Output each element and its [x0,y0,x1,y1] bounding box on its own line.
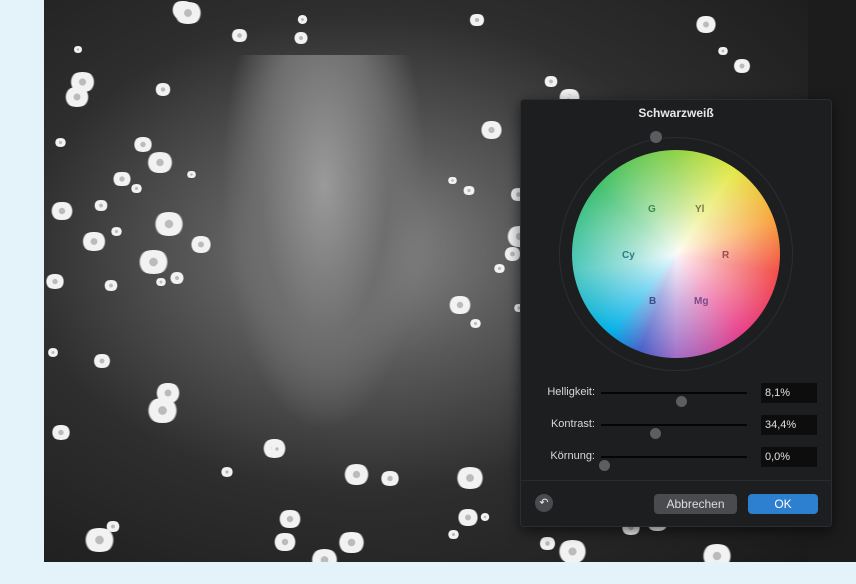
daisy-flower [292,31,310,44]
daisy-flower [152,212,187,237]
cancel-button[interactable]: Abbrechen [654,494,737,514]
daisy-flower [46,348,60,357]
daisy-flower [556,539,590,562]
daisy-flower [270,444,284,454]
divider [521,480,831,481]
daisy-flower [731,58,753,74]
daisy-flower [454,466,487,490]
daisy-flower [49,202,75,220]
daisy-flower [92,354,112,369]
slider-label: Kontrast: [550,418,595,430]
daisy-flower [168,272,186,284]
daisy-flower [68,71,98,92]
daisy-flower [188,235,213,253]
wheel-label-g: G [648,204,656,215]
daisy-flower [456,509,481,526]
child-figure [224,55,424,425]
daisy-flower [136,249,172,275]
kontrast-value-field[interactable]: 34,4% [761,415,817,435]
slider-thumb[interactable] [650,428,662,439]
slider-label: Helligkeit: [547,386,595,398]
daisy-flower [447,530,460,539]
daisy-flower [44,273,66,290]
wheel-label-r: R [722,250,730,261]
dialog-title: Schwarzweiß [638,106,714,120]
daisy-flower [130,184,143,194]
black-white-dialog: Schwarzweiß G Yl Cy R B Mg Helligkeit: 8… [520,99,832,527]
daisy-flower [54,137,68,148]
daisy-flower [272,533,298,552]
daisy-flower [379,471,401,487]
daisy-flower [104,520,122,532]
daisy-flower [467,13,487,27]
daisy-flower [155,277,167,286]
daisy-flower [479,513,491,521]
reset-icon[interactable]: ↶ [535,494,553,512]
daisy-flower [479,121,505,139]
daisy-flower [542,76,559,88]
daisy-flower [342,464,372,485]
daisy-flower [50,425,73,441]
koernung-value-field[interactable]: 0,0% [761,447,817,467]
daisy-flower [171,1,204,24]
daisy-flower [447,176,458,185]
slider-thumb[interactable] [676,396,688,407]
wheel-label-b: B [649,296,657,307]
daisy-flower [111,171,133,187]
slider-row-kontrast: Kontrast: 34,4% [521,415,831,439]
daisy-flower [308,549,341,562]
daisy-flower [153,383,182,403]
wheel-knob[interactable] [650,131,662,143]
daisy-flower [80,231,109,252]
ok-button[interactable]: OK [748,494,818,514]
wheel-label-yl: Yl [695,204,705,215]
daisy-flower [153,82,173,96]
slider-thumb[interactable] [598,460,610,471]
helligkeit-value-field[interactable]: 8,1% [761,383,817,403]
daisy-flower [72,45,84,54]
daisy-flower [92,199,109,212]
daisy-flower [717,46,729,55]
daisy-flower [277,510,303,528]
daisy-flower [461,185,476,196]
daisy-flower [694,16,719,34]
daisy-flower [186,170,198,179]
daisy-flower [132,137,154,153]
slider-row-helligkeit: Helligkeit: 8,1% [521,383,831,407]
daisy-flower [296,15,309,24]
daisy-flower [219,466,234,477]
daisy-flower [230,28,250,43]
kontrast-slider[interactable] [601,424,747,439]
daisy-flower [446,296,473,315]
color-wheel[interactable]: G Yl Cy R B Mg [572,150,780,358]
slider-label: Körnung: [550,450,595,462]
helligkeit-slider[interactable] [601,392,747,407]
slider-row-koernung: Körnung: 0,0% [521,447,831,471]
daisy-flower [336,531,367,554]
daisy-flower [699,544,734,562]
wheel-label-cy: Cy [622,250,635,261]
koernung-slider[interactable] [598,456,747,471]
wheel-label-mg: Mg [694,296,709,307]
daisy-flower [109,226,123,236]
daisy-flower [538,536,557,550]
daisy-flower [492,263,507,273]
daisy-flower [102,280,119,292]
daisy-flower [469,318,483,328]
daisy-flower [144,151,175,173]
